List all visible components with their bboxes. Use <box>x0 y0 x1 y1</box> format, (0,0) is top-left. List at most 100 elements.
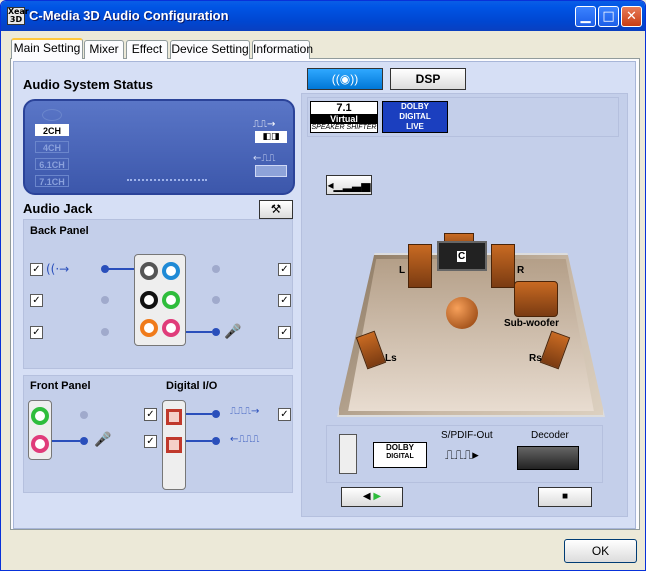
digital-in-checkbox[interactable]: ✓ <box>144 435 157 448</box>
back-jack-plate <box>134 254 186 346</box>
dolby-badge-icon: ◧◨ <box>255 131 287 143</box>
back-jack-3-checkbox[interactable]: ✓ <box>30 326 43 339</box>
digital-monitor-checkbox[interactable]: ✓ <box>278 408 291 421</box>
play-test-button[interactable]: ◀ ▶ <box>341 487 403 507</box>
front-jack-plate <box>28 400 52 460</box>
back-jack-5-checkbox[interactable]: ✓ <box>278 294 291 307</box>
decoder-device-icon <box>517 446 579 470</box>
spdif-out-port[interactable] <box>166 409 182 425</box>
front-jack-pink[interactable] <box>31 435 49 453</box>
front-microphone-icon: 🎤 <box>94 432 112 448</box>
speaker-play-icon: ◀ ▶ <box>362 491 382 502</box>
speaker-mode-button[interactable]: ((◉)) <box>307 68 383 90</box>
back-jack-2-checkbox[interactable]: ✓ <box>30 294 43 307</box>
effect-badge-strip: 7.1 Virtual SPEAKER SHIFTER DOLBY DIGITA… <box>307 97 619 137</box>
jack-black[interactable] <box>140 291 158 309</box>
speaker-wave-icon: ((◉)) <box>331 72 359 86</box>
digital-out-checkbox[interactable]: ✓ <box>144 408 157 421</box>
speaker-right[interactable] <box>491 244 515 288</box>
jack-dot <box>212 265 220 273</box>
speaker-left[interactable] <box>408 244 432 288</box>
audio-jack-heading: Audio Jack <box>23 201 93 216</box>
channel-6-1ch[interactable]: 6.1CH <box>35 158 69 170</box>
jack-line <box>108 268 134 270</box>
jack-pink[interactable] <box>162 319 180 337</box>
audio-system-status-heading: Audio System Status <box>23 77 154 92</box>
jack-gray[interactable] <box>140 262 158 280</box>
xear-app-icon: Xear 3D <box>7 7 29 25</box>
front-jack-green[interactable] <box>31 407 49 425</box>
back-jack-1-checkbox[interactable]: ✓ <box>30 263 43 276</box>
tab-information[interactable]: Information <box>252 40 313 59</box>
speaker-right-label: R <box>517 265 525 276</box>
jack-dot <box>212 328 220 336</box>
hammer-icon: ⚒ <box>270 202 282 216</box>
jack-dot <box>80 411 88 419</box>
decoder-label: Decoder <box>531 430 569 441</box>
signal-path-box: DOLBY DIGITAL S/PDIF-Out ⎍⎍⎍▸ Decoder <box>326 425 603 483</box>
speaker-left-label: L <box>399 265 406 276</box>
jack-line <box>52 440 80 442</box>
digital-in-icon: ←⎍⎍ <box>253 153 276 164</box>
channel-7-1ch[interactable]: 7.1CH <box>35 175 69 187</box>
tab-effect[interactable]: Effect <box>126 40 168 59</box>
digital-out-icon: ⎍⎍→ <box>253 119 276 130</box>
jack-settings-button[interactable]: ⚒ <box>259 200 293 219</box>
jack-line <box>186 413 212 415</box>
volume-bars-icon: ◂▁▂▃▅ <box>327 178 371 192</box>
spdif-out-signal-icon: ⎍⎍⎍→ <box>230 406 260 417</box>
speaker-rs-label: Rs <box>529 353 542 364</box>
channel-4ch[interactable]: 4CH <box>35 141 69 153</box>
spdif-out-label: S/PDIF-Out <box>441 430 493 441</box>
tab-mixer[interactable]: Mixer <box>84 40 124 59</box>
ok-button[interactable]: OK <box>564 539 637 563</box>
jack-blue[interactable] <box>162 262 180 280</box>
jack-dot <box>101 296 109 304</box>
close-button[interactable]: ✕ <box>621 6 642 27</box>
back-jack-6-checkbox[interactable]: ✓ <box>278 326 291 339</box>
speaker-subwoofer-label: Sub-woofer <box>504 318 559 329</box>
spdif-in-port[interactable] <box>166 437 182 453</box>
channel-1ch[interactable] <box>42 109 62 121</box>
spdif-signal-arrow-icon: ⎍⎍⎍▸ <box>445 448 479 463</box>
digital-io-label: Digital I/O <box>166 380 218 392</box>
app-window: Xear 3D C-Media 3D Audio Configuration ▁… <box>0 0 646 571</box>
jack-dot <box>101 328 109 336</box>
minimize-button[interactable]: ▁ <box>575 6 596 27</box>
volume-button[interactable]: ◂▁▂▃▅ <box>326 175 372 195</box>
dsp-button[interactable]: DSP <box>390 68 466 90</box>
speaker-ls-label: Ls <box>385 353 397 364</box>
jack-orange[interactable] <box>140 319 158 337</box>
pc-tower-icon <box>339 434 357 474</box>
dolby-digital-live-logo: DOLBY DIGITAL <box>373 442 427 468</box>
maximize-button[interactable]: □ <box>598 6 619 27</box>
back-jack-4-checkbox[interactable]: ✓ <box>278 263 291 276</box>
jack-green[interactable] <box>162 291 180 309</box>
channel-2ch[interactable]: 2CH <box>35 124 69 136</box>
audio-system-status-display: 2CH 4CH 6.1CH 7.1CH ⎍⎍→ ◧◨ ←⎍⎍ <box>23 99 295 195</box>
jack-dot <box>212 296 220 304</box>
window-title: C-Media 3D Audio Configuration <box>29 8 229 23</box>
input-badge-icon <box>255 165 287 177</box>
jack-dot <box>212 410 220 418</box>
back-panel-box: Back Panel ✓ ✓ ✓ ✓ ✓ ✓ ((·→ 🎤 <box>23 219 293 369</box>
jack-line <box>186 331 212 333</box>
virtual-7-1-badge[interactable]: 7.1 Virtual SPEAKER SHIFTER <box>310 101 378 133</box>
dolby-digital-live-badge[interactable]: DOLBY DIGITAL LIVE <box>382 101 448 133</box>
speaker-center-label: C <box>457 251 467 262</box>
listener-sphere[interactable] <box>446 297 478 329</box>
jack-dot <box>212 437 220 445</box>
title-bar[interactable]: Xear 3D C-Media 3D Audio Configuration ▁… <box>1 1 645 31</box>
front-digital-box: Front Panel Digital I/O 🎤 ✓ ✓ ⎍⎍⎍→ ←⎍⎍⎍ … <box>23 375 293 493</box>
tab-device-setting[interactable]: Device Setting <box>170 40 250 59</box>
back-panel-label: Back Panel <box>30 225 89 237</box>
jack-line <box>186 440 212 442</box>
stop-button[interactable]: ■ <box>538 487 592 507</box>
front-panel-label: Front Panel <box>30 380 91 392</box>
digital-jack-plate <box>162 400 186 490</box>
microphone-icon: 🎤 <box>224 324 242 340</box>
level-meter <box>127 179 207 181</box>
tab-main-setting[interactable]: Main Setting <box>11 38 83 59</box>
speaker-output-icon: ((·→ <box>46 262 70 276</box>
speaker-subwoofer[interactable] <box>514 281 558 317</box>
